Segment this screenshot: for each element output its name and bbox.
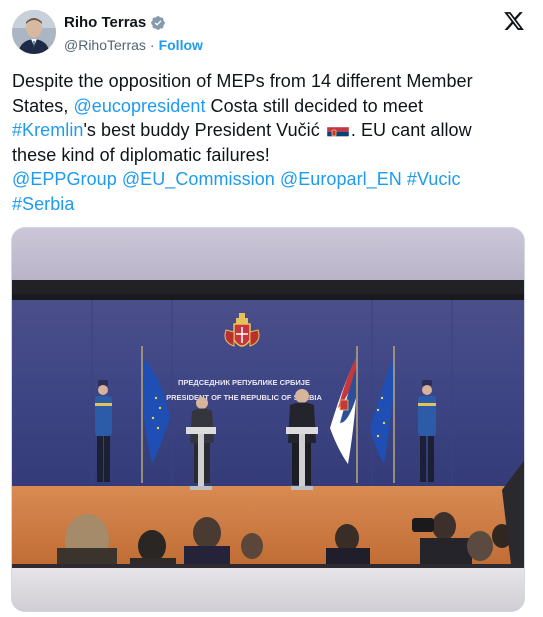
backdrop-title-cyrillic: ПРЕДСЕДНИК РЕПУБЛИКЕ СРБИЈЕ [178,378,310,387]
hashtag-serbia[interactable]: #Serbia [12,194,74,214]
hashtag-kremlin[interactable]: #Kremlin [12,120,83,140]
author-display-name[interactable]: Riho Terras [64,14,146,31]
mention-eu-commission[interactable]: @EU_Commission [122,169,275,189]
tweet-line: these kind of diplomatic failures! [12,143,531,168]
mention-eppgroup[interactable]: @EPPGroup [12,169,117,189]
tweet-text-segment: . EU cant allow [350,120,472,140]
tweet-text-segment: these kind of diplomatic failures! [12,144,270,165]
tweet-text-segment: States, [12,95,74,116]
tweet-text-segment: Despite the opposition of MEPs from 14 d… [12,71,473,91]
mention-europarl-en[interactable]: @Europarl_EN [280,169,402,189]
tweet-card: Riho Terras @RihoTerras · Follow Despite [0,0,543,617]
avatar[interactable] [12,10,56,54]
serbia-flag-icon [326,123,349,137]
tweet-text-segment: Costa still decided to meet [205,95,424,116]
author-handle[interactable]: @RihoTerras [64,37,146,53]
tweet-line: #Serbia [12,192,531,217]
tweet-line: #Kremlin's best buddy President Vučić . … [12,118,531,143]
separator-dot: · [149,37,155,53]
verified-badge-icon [150,15,166,31]
tweet-text-segment: 's best buddy President Vučić [83,120,320,140]
follow-button[interactable]: Follow [159,37,203,53]
tweet-header: Riho Terras @RihoTerras · Follow [12,8,531,58]
mention-eucopresident[interactable]: @eucopresident [73,96,205,116]
tweet-text: Despite the opposition of MEPs from 14 d… [12,69,531,216]
author-info: Riho Terras @RihoTerras · Follow [64,13,203,54]
x-logo-icon[interactable] [503,10,525,32]
tweet-media-image[interactable]: ПРЕДСЕДНИК РЕПУБЛИКЕ СРБИЈЕ PRESIDENT OF… [11,227,525,612]
tweet-line: States, @eucopresident Costa still decid… [12,94,531,119]
tweet-line: @EPPGroup @EU_Commission @Europarl_EN #V… [12,167,531,192]
tweet-line: Despite the opposition of MEPs from 14 d… [12,69,531,94]
hashtag-vucic[interactable]: #Vucic [407,169,461,189]
